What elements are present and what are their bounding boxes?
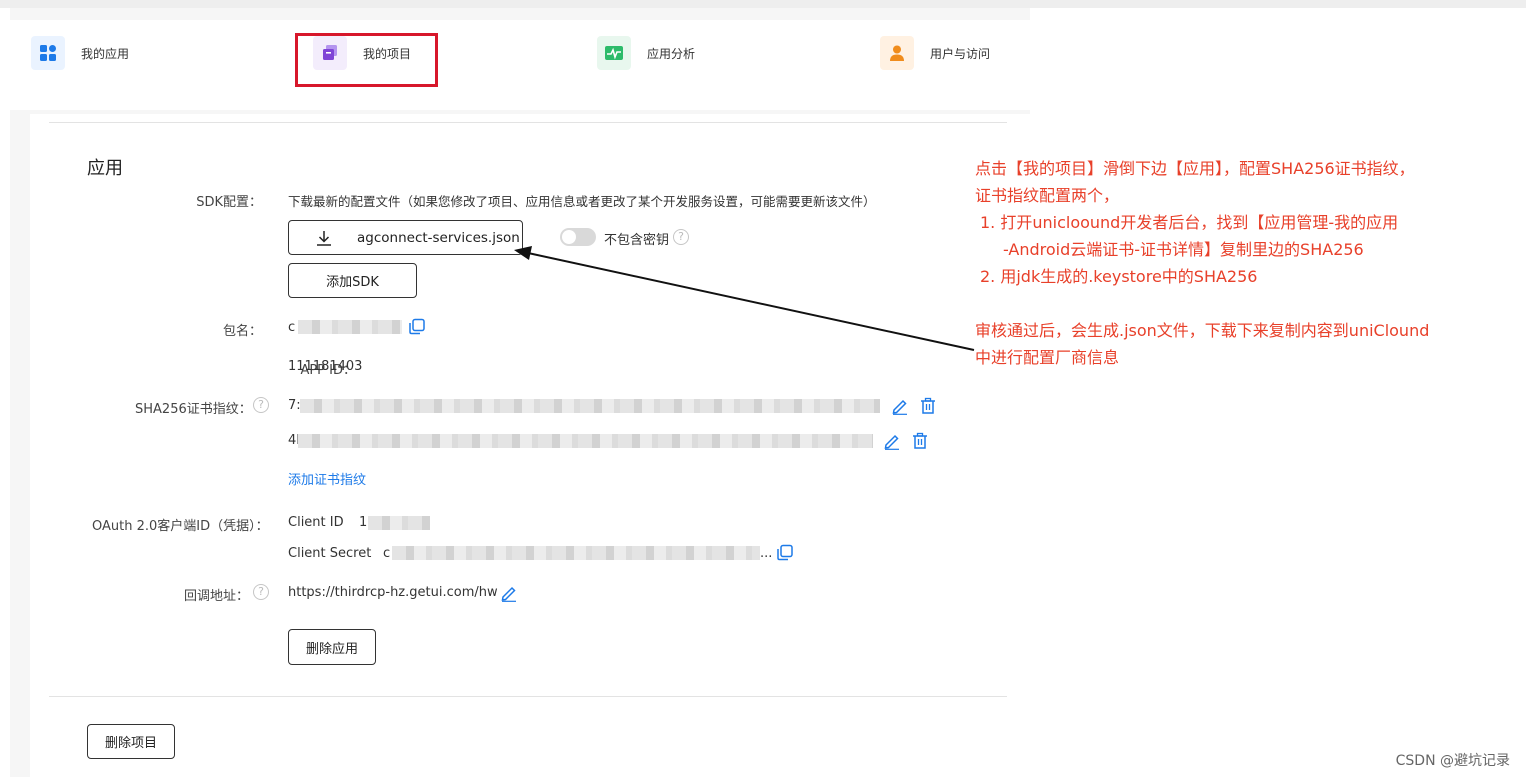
highlight-box — [295, 33, 438, 87]
annotation-line-3: 1. 打开unicloound开发者后台，找到【应用管理-我的应用 — [980, 213, 1399, 232]
client-id-prefix: 1 — [359, 515, 368, 530]
copy-icon[interactable] — [776, 544, 794, 562]
annotation-line-2: 证书指纹配置两个， — [975, 186, 1120, 205]
top-nav-area — [10, 8, 1030, 114]
delete-icon[interactable] — [919, 397, 937, 415]
copy-icon[interactable] — [408, 318, 426, 336]
section-title: 应用 — [87, 158, 123, 179]
package-label: 包名： — [222, 324, 262, 339]
add-cert-fingerprint-link[interactable]: 添加证书指纹 — [288, 469, 366, 488]
client-secret-prefix: c — [383, 546, 391, 561]
nav-label: 用户与访问 — [930, 46, 991, 61]
help-icon[interactable]: ? — [253, 397, 269, 413]
annotation-line-4: -Android云端证书-证书详情】复制里边的SHA256 — [1003, 240, 1364, 259]
sdk-description: 下载最新的配置文件（如果您修改了项目、应用信息或者更改了某个开发服务设置，可能需… — [288, 194, 876, 209]
nav-item-users-access[interactable]: 用户与访问 — [880, 36, 990, 70]
callback-url: https://thirdrcp-hz.getui.com/hw — [288, 585, 498, 600]
grid-apps-icon — [31, 36, 65, 70]
watermark: CSDN @避坑记录 — [1395, 753, 1510, 769]
nav-label: 应用分析 — [647, 46, 696, 61]
annotation-line-1: 点击【我的项目】滑倒下边【应用】，配置SHA256证书指纹， — [975, 159, 1415, 178]
oauth-label: OAuth 2.0客户端ID（凭据）： — [92, 519, 269, 534]
edit-icon[interactable] — [883, 432, 901, 450]
top-strip — [0, 0, 1526, 8]
help-icon[interactable]: ? — [673, 229, 689, 245]
toggle-label: 不包含密钥 — [604, 233, 670, 248]
add-sdk-button[interactable]: 添加SDK — [288, 263, 417, 298]
delete-project-button[interactable]: 删除项目 — [87, 724, 175, 759]
redacted-client-id — [368, 516, 430, 530]
annotation-line-5: 2. 用jdk生成的.keystore中的SHA256 — [980, 267, 1258, 286]
analytics-chart-icon — [597, 36, 631, 70]
redacted-package — [298, 320, 402, 334]
redacted-client-secret — [392, 546, 760, 560]
package-prefix: c — [288, 320, 296, 335]
toggle-knob — [562, 230, 576, 244]
annotation-line-7: 中进行配置厂商信息 — [975, 348, 1120, 367]
sha256-label: SHA256证书指纹： — [135, 402, 252, 417]
sha1-prefix: 7: — [288, 398, 301, 413]
exclude-key-toggle[interactable] — [560, 228, 596, 246]
divider — [49, 696, 1007, 697]
sdk-config-label: SDK配置： — [196, 195, 262, 210]
client-secret-label: Client Secret — [288, 546, 372, 561]
app-id-value: 111181403 — [288, 359, 363, 374]
edit-icon[interactable] — [500, 584, 518, 602]
nav-item-app-analytics[interactable]: 应用分析 — [597, 36, 695, 70]
nav-item-my-apps[interactable]: 我的应用 — [31, 36, 129, 70]
help-icon[interactable]: ? — [253, 584, 269, 600]
client-id-label: Client ID — [288, 515, 344, 530]
client-secret-ellipsis: ... — [760, 546, 773, 561]
annotation-line-6: 审核通过后，会生成.json文件，下载下来复制内容到uniClound — [975, 321, 1430, 340]
delete-icon[interactable] — [911, 432, 929, 450]
download-config-button[interactable]: agconnect-services.json — [288, 220, 523, 255]
download-file-name: agconnect-services.json — [357, 229, 520, 246]
edit-icon[interactable] — [891, 397, 909, 415]
callback-label: 回调地址： — [184, 589, 250, 604]
delete-app-button[interactable]: 删除应用 — [288, 629, 376, 665]
download-icon — [317, 230, 331, 246]
user-icon — [880, 36, 914, 70]
redacted-sha-2 — [298, 434, 873, 448]
divider — [49, 122, 1007, 123]
nav-label: 我的应用 — [81, 46, 130, 61]
top-nav-card — [10, 20, 1030, 110]
redacted-sha-1 — [300, 399, 880, 413]
